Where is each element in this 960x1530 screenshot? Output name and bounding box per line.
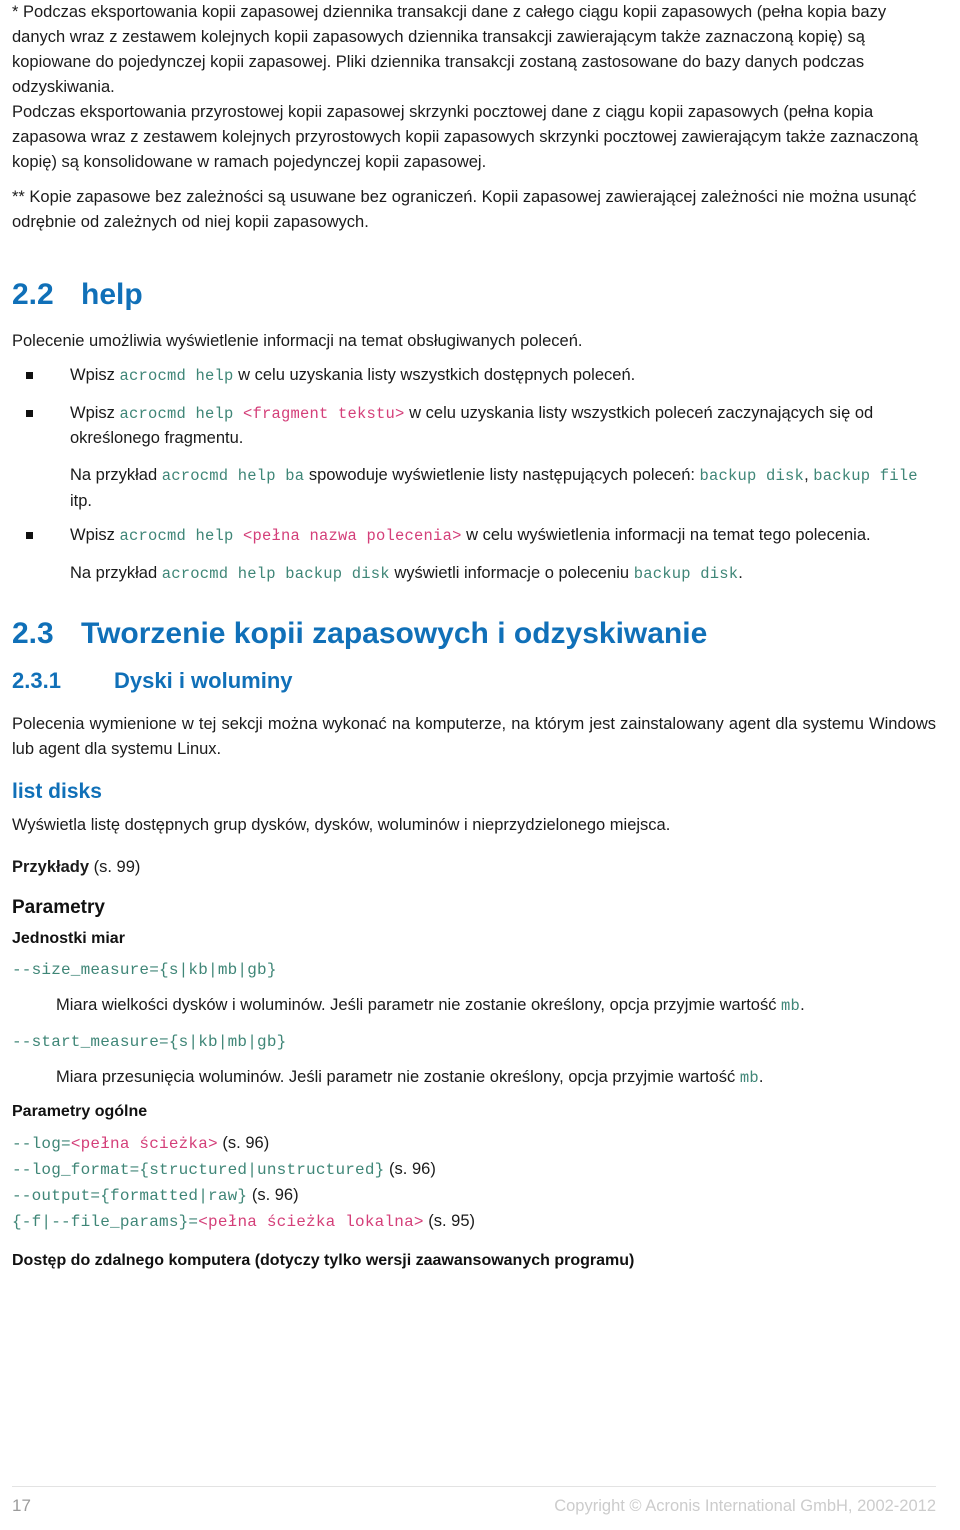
general-param-log-code: --log= — [12, 1135, 71, 1154]
heading-2-3-1-disks-volumes: 2.3.1 Dyski i woluminy — [12, 668, 936, 694]
bullet-2-example-pre: Na przykład — [70, 466, 162, 485]
command-heading-list-disks: list disks — [12, 780, 102, 803]
param-start-measure-default-value: mb — [739, 1068, 759, 1087]
footnote-single-star-paragraph-1: * Podczas eksportowania kopii zapasowej … — [12, 3, 887, 97]
bullet-2-placeholder-code: <fragment tekstu> — [243, 404, 405, 423]
bullet-2-example-mid-2: , — [804, 466, 814, 485]
general-param-file-params-ref: (s. 95) — [423, 1211, 476, 1230]
remote-access-heading: Dostęp do zdalnego komputera (dotyczy ty… — [12, 1252, 635, 1270]
general-param-log-format-ref: (s. 96) — [384, 1160, 436, 1179]
bullet-3-placeholder-code: <pełna nazwa polecenia> — [243, 526, 462, 545]
bullet-2-example-post: itp. — [70, 491, 93, 510]
param-start-measure-desc-end: . — [758, 1067, 764, 1086]
general-param-log-ref: (s. 96) — [217, 1134, 270, 1153]
list-item: Wpisz acrocmd help w celu uzyskania list… — [12, 363, 936, 389]
heading-2-2-number: 2.2 — [12, 277, 54, 311]
general-param-file-params-code: {-f|--file_params}= — [12, 1212, 199, 1231]
general-param-output-code: --output={formatted|raw} — [12, 1186, 248, 1205]
param-size-measure-description: Miara wielkości dysków i woluminów. Jeśl… — [12, 993, 936, 1018]
general-param-log: --log=<pełna ścieżka> (s. 96) — [12, 1131, 936, 1157]
bullet-2-example-mid: spowoduje wyświetlenie listy następujący… — [304, 466, 700, 485]
general-parameters-heading: Parametry ogólne — [12, 1103, 148, 1121]
heading-2-3-backup-recovery: 2.3 Tworzenie kopii zapasowych i odzyski… — [12, 616, 936, 651]
heading-2-2-title: help — [81, 277, 143, 311]
footer-page-number: 17 — [12, 1496, 31, 1515]
bullet-3-command-code: acrocmd help — [119, 526, 244, 545]
general-param-output-ref: (s. 96) — [247, 1185, 299, 1204]
footer-copyright: Copyright © Acronis International GmbH, … — [554, 1497, 936, 1515]
heading-2-2-help: 2.2 help — [12, 277, 936, 312]
help-intro-paragraph: Polecenie umożliwia wyświetlenie informa… — [12, 332, 583, 351]
param-start-measure-desc-text: Miara przesunięcia woluminów. Jeśli para… — [56, 1067, 740, 1086]
examples-reference-line: Przykłady (s. 99) — [12, 855, 936, 880]
general-param-output: --output={formatted|raw} (s. 96) — [12, 1183, 936, 1209]
bullet-3-post-text: w celu wyświetlenia informacji na temat … — [461, 525, 871, 544]
page-footer: 17 Copyright © Acronis International Gmb… — [12, 1486, 936, 1516]
bullet-2-pre-text: Wpisz — [70, 403, 120, 422]
subsection-intro-paragraph: Polecenia wymienione w tej sekcji można … — [12, 714, 936, 758]
param-size-measure-default-value: mb — [781, 996, 801, 1015]
general-param-log-format: --log_format={structured|unstructured} (… — [12, 1157, 936, 1183]
param-size-measure-syntax: --size_measure={s|kb|mb|gb} — [12, 961, 277, 980]
general-param-log-format-code: --log_format={structured|unstructured} — [12, 1161, 385, 1180]
bullet-3-pre-text: Wpisz — [70, 525, 120, 544]
heading-2-3-1-number: 2.3.1 — [12, 668, 61, 694]
bullet-3-example-mid: wyświetli informacje o poleceniu — [389, 563, 634, 582]
bullet-1-command-code: acrocmd help — [119, 367, 234, 386]
bullet-2-example-paragraph: Na przykład acrocmd help ba spowoduje wy… — [12, 463, 936, 514]
list-item: Wpisz acrocmd help <pełna nazwa poleceni… — [12, 523, 936, 549]
param-size-measure-desc-text: Miara wielkości dysków i woluminów. Jeśl… — [56, 995, 782, 1014]
general-param-log-placeholder: <pełna ścieżka> — [70, 1135, 218, 1154]
bullet-2-example-code-backup-disk: backup disk — [699, 467, 805, 486]
general-param-file-params-placeholder: <pełna ścieżka lokalna> — [198, 1212, 424, 1231]
bullet-3-example-code: acrocmd help backup disk — [161, 564, 390, 583]
document-page: * Podczas eksportowania kopii zapasowej … — [0, 0, 960, 1530]
parameters-heading: Parametry — [12, 897, 105, 919]
bullet-1-post-text: w celu uzyskania listy wszystkich dostęp… — [233, 366, 636, 385]
examples-label: Przykłady — [12, 858, 90, 877]
examples-page-ref: (s. 99) — [89, 858, 141, 877]
heading-2-3-number: 2.3 — [12, 617, 54, 651]
footnote-single-star-paragraph-2: Podczas eksportowania przyrostowej kopii… — [12, 103, 919, 172]
units-of-measure-heading: Jednostki miar — [12, 930, 125, 948]
general-param-file-params: {-f|--file_params}=<pełna ścieżka lokaln… — [12, 1209, 936, 1235]
bullet-2-example-code-backup-file: backup file — [813, 467, 918, 486]
bullet-3-example-post: . — [738, 563, 743, 582]
footnote-double-star-paragraph: ** Kopie zapasowe bez zależności są usuw… — [12, 187, 917, 231]
command-description: Wyświetla listę dostępnych grup dysków, … — [12, 816, 671, 835]
list-item: Wpisz acrocmd help <fragment tekstu> w c… — [12, 401, 936, 452]
help-bullet-list: Wpisz acrocmd help w celu uzyskania list… — [12, 363, 936, 586]
bullet-2-command-code: acrocmd help — [119, 404, 244, 423]
bullet-3-example-paragraph: Na przykład acrocmd help backup disk wyś… — [12, 561, 936, 587]
heading-2-3-title: Tworzenie kopii zapasowych i odzyskiwani… — [81, 617, 708, 651]
bullet-2-example-code: acrocmd help ba — [161, 467, 305, 486]
bullet-3-example-pre: Na przykład — [70, 563, 162, 582]
param-start-measure-description: Miara przesunięcia woluminów. Jeśli para… — [12, 1065, 936, 1090]
bullet-1-pre-text: Wpisz — [70, 366, 120, 385]
param-start-measure-syntax: --start_measure={s|kb|mb|gb} — [12, 1033, 287, 1052]
param-size-measure-desc-end: . — [800, 995, 805, 1014]
heading-2-3-1-title: Dyski i woluminy — [114, 668, 293, 694]
bullet-3-example-code-backup-disk: backup disk — [633, 564, 739, 583]
